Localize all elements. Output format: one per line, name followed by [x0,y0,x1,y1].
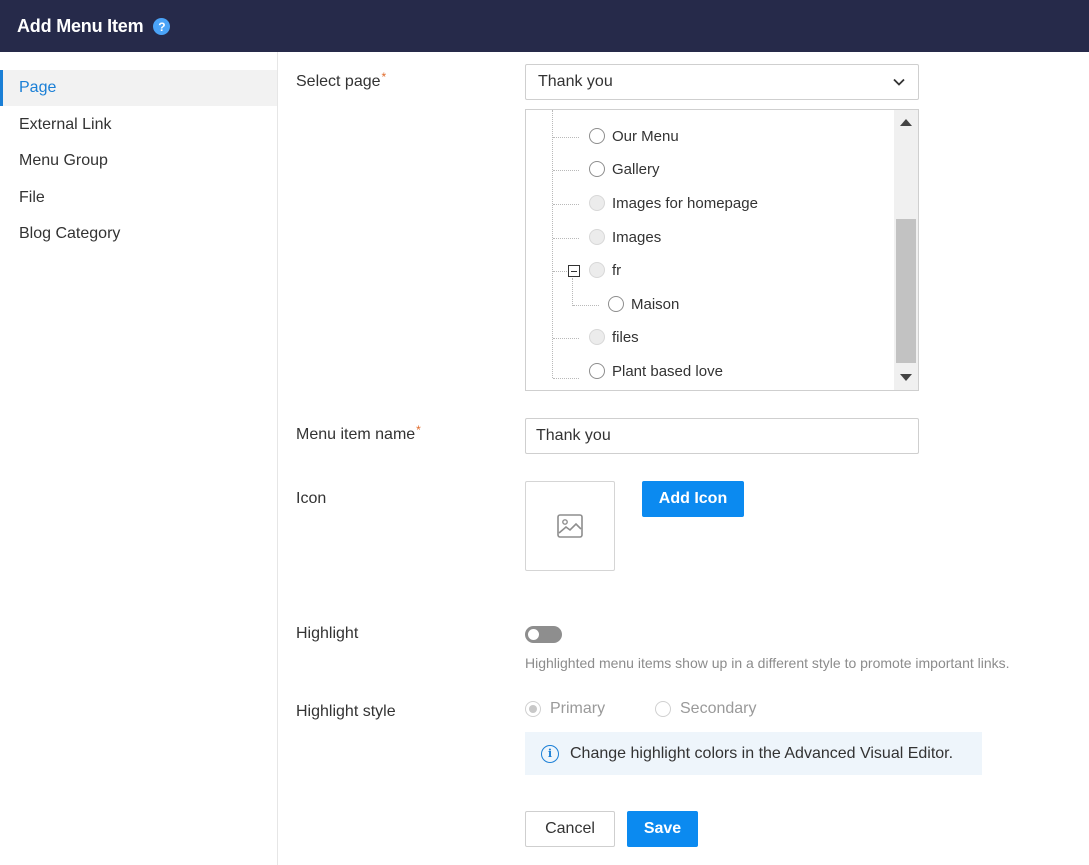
tree-node: files [589,325,639,349]
sidebar-list: Page External Link Menu Group File Blog … [0,70,277,252]
info-banner: i Change highlight colors in the Advance… [525,732,982,775]
highlight-style-primary-option: Primary [525,700,605,718]
page-tree[interactable]: Our Menu Gallery Images for homepage Ima… [525,109,919,391]
tree-node-label: Images for homepage [612,194,758,212]
tree-connector [572,278,573,306]
primary-label: Primary [550,700,606,717]
select-page-value: Thank you [538,73,613,90]
tree-node-label: Images [612,228,662,246]
tree-node-radio [589,329,605,345]
select-page-label: Select page* [296,70,387,91]
menu-item-name-label-text: Menu item name [296,426,416,443]
highlight-label: Highlight [296,625,359,642]
tree-node-label: Maison [631,295,680,313]
tree-node-radio [589,195,605,211]
tree-node-label: fr [612,261,622,279]
help-icon[interactable]: ? [153,18,171,35]
collapse-toggle-icon[interactable] [568,265,580,277]
tree-connector [553,238,579,239]
icon-label: Icon [296,490,327,507]
tree-node-radio [589,262,605,278]
dialog-header: Add Menu Item ? [0,0,1089,52]
tree-connector [573,305,599,306]
tree-node[interactable]: Our Menu [589,124,679,148]
sidebar-item-file[interactable]: File [0,180,277,216]
icon-preview[interactable] [525,481,615,571]
highlight-help-text: Highlighted menu items show up in a diff… [525,655,1010,671]
tree-connector [553,137,579,138]
sidebar: Page External Link Menu Group File Blog … [0,52,278,865]
tree-connector [553,271,567,272]
tree-node-label: Gallery [612,160,660,178]
info-text: Change highlight colors in the Advanced … [570,744,954,762]
tree-scrollbar[interactable] [894,110,918,390]
select-page-label-text: Select page [296,73,381,90]
sidebar-item-menu-group[interactable]: Menu Group [0,143,277,179]
toggle-knob [528,629,539,640]
sidebar-item-page[interactable]: Page [0,70,277,106]
tree-node: fr [589,258,621,282]
save-button[interactable]: Save [627,811,698,847]
secondary-radio [655,701,671,717]
sidebar-item-external-link[interactable]: External Link [0,107,277,143]
highlight-toggle[interactable] [525,626,562,643]
primary-radio [525,701,541,717]
menu-item-name-label: Menu item name* [296,423,421,444]
tree-node-label: files [612,328,639,346]
menu-item-name-input[interactable]: Thank you [525,418,919,454]
tree-connector [553,338,579,339]
tree-node-radio [589,229,605,245]
tree-node[interactable]: Maison [608,292,679,316]
tree-node-radio[interactable] [589,161,605,177]
tree-connector [553,170,579,171]
tree-node-label: Our Menu [612,127,679,145]
tree-node[interactable]: Plant based love [589,359,723,383]
secondary-label: Secondary [680,700,757,717]
tree-connector [553,204,579,205]
dialog-title: Add Menu Item [17,15,144,36]
highlight-style-label: Highlight style [296,703,396,720]
required-mark: * [416,423,421,437]
tree-node[interactable]: Gallery [589,157,660,181]
scrollbar-thumb[interactable] [896,219,916,363]
info-icon: i [541,744,559,763]
tree-node-radio[interactable] [589,128,605,144]
sidebar-item-blog-category[interactable]: Blog Category [0,216,277,252]
tree-node-label: Plant based love [612,362,723,380]
required-mark: * [381,70,387,84]
scroll-down-arrow-icon[interactable] [900,374,912,381]
tree-connector [553,378,579,379]
tree-node-radio[interactable] [608,296,624,312]
tree-node-radio[interactable] [589,363,605,379]
add-icon-button[interactable]: Add Icon [642,481,744,517]
select-page-dropdown[interactable]: Thank you [525,64,919,100]
tree-node: Images for homepage [589,191,758,215]
scroll-up-arrow-icon[interactable] [900,119,912,126]
cancel-button[interactable]: Cancel [525,811,615,847]
image-icon [557,514,583,538]
tree-node: Images [589,225,661,249]
highlight-style-secondary-option: Secondary [655,700,757,718]
chevron-down-icon [893,78,905,86]
